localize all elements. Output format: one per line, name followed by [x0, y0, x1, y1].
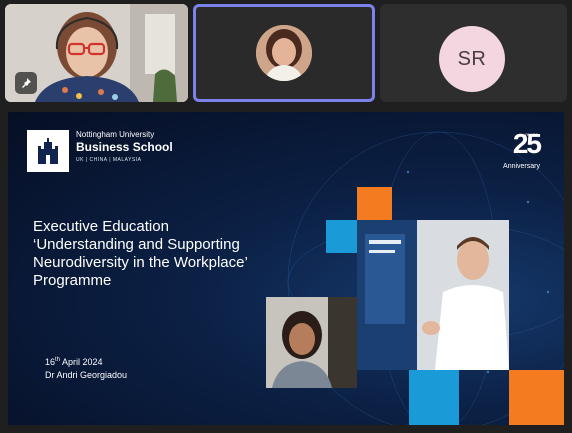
- pin-button[interactable]: [15, 72, 37, 94]
- university-logo: [27, 130, 69, 172]
- speaker-photo: [357, 220, 509, 370]
- shared-presentation-slide: Nottingham University Business School UK…: [8, 112, 564, 425]
- logo-text-business-school: Business School: [76, 140, 173, 154]
- slide-title-line: Neurodiversity in the Workplace’: [33, 254, 248, 271]
- attendee-photo: [266, 297, 357, 388]
- participant-avatar-photo: [256, 25, 312, 81]
- slide-author: Dr Andri Georgiadou: [45, 370, 128, 380]
- castle-logo-icon: [38, 138, 58, 164]
- slide-title-line: ‘Understanding and Supporting: [33, 236, 240, 253]
- orange-square: [357, 187, 392, 220]
- blue-square: [326, 220, 357, 253]
- logo-text-campuses: UK | CHINA | MALAYSIA: [76, 157, 142, 163]
- blue-square: [409, 370, 459, 425]
- participant-tile-2[interactable]: [193, 4, 375, 102]
- slide-date: 16th April 2024: [45, 357, 103, 367]
- participant-initials-avatar: SR: [439, 26, 505, 92]
- slide-title-line: Programme: [33, 272, 112, 289]
- participant-tile-1[interactable]: [5, 4, 188, 102]
- pin-icon: [22, 78, 31, 88]
- anniversary-years-label: YEARS: [524, 132, 538, 137]
- anniversary-label: Anniversary: [503, 163, 540, 170]
- slide-title: Executive Education ‘Understanding and S…: [33, 218, 323, 290]
- slide-title-line: Executive Education: [33, 218, 169, 235]
- participant-tile-3[interactable]: SR: [380, 4, 567, 102]
- orange-square: [509, 370, 564, 425]
- logo-text-university: Nottingham University: [76, 130, 155, 139]
